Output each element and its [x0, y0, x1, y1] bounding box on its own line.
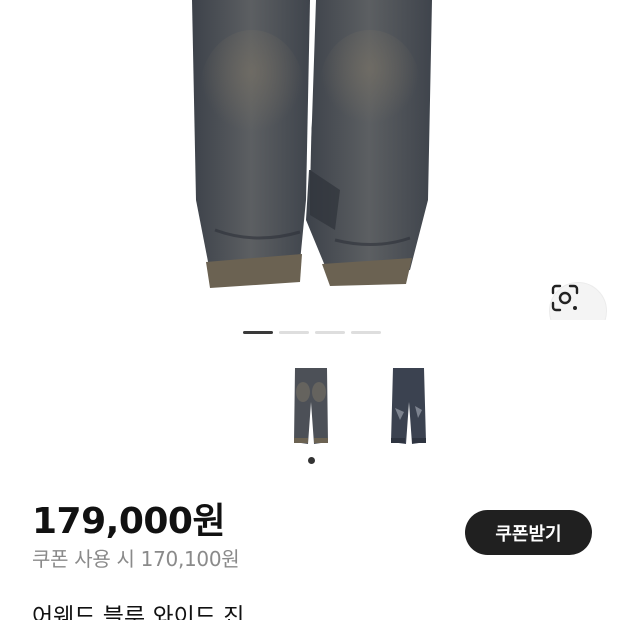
pager-segment[interactable]	[351, 331, 381, 334]
thumbnail-back[interactable]	[378, 362, 438, 452]
pager-segment-active[interactable]	[243, 331, 273, 334]
jeans-front-thumbnail	[294, 368, 328, 444]
thumbnail-front[interactable]	[281, 362, 341, 452]
coupon-price: 쿠폰 사용 시 170,100원	[32, 547, 240, 571]
product-title: 어웨드 블루 와이드 진	[32, 604, 245, 620]
thumbnail-list	[0, 362, 620, 452]
jeans-back-thumbnail	[391, 368, 426, 444]
product-price: 179,000원	[32, 501, 226, 542]
visual-search-icon	[551, 284, 579, 312]
product-hero-image[interactable]	[0, 0, 620, 320]
jeans-photo	[192, 0, 432, 288]
pager-segment[interactable]	[279, 331, 309, 334]
image-pager	[243, 331, 381, 334]
thumbnail-indicator-dot	[308, 457, 315, 464]
pager-segment[interactable]	[315, 331, 345, 334]
coupon-download-button[interactable]: 쿠폰받기	[465, 510, 592, 555]
